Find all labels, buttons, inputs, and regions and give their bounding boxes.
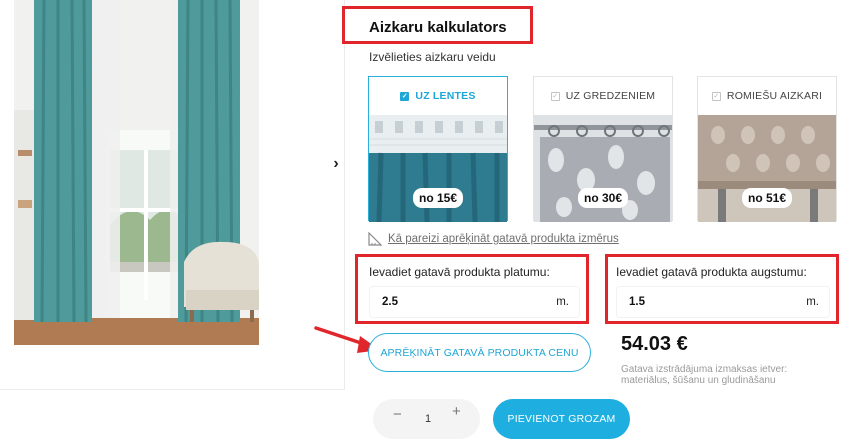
height-input[interactable]: 1.5 m. [616,286,830,318]
checkbox-unchecked-icon[interactable]: ✓ [711,91,721,101]
product-image[interactable] [14,0,259,345]
curtain-type-option-uz-gredzeniem[interactable]: ✓ UZ GREDZENIEM no 30€ [533,76,673,222]
plus-icon[interactable]: + [452,403,461,420]
curtain-type-label: UZ LENTES [415,90,476,102]
type-select-label: Izvēlieties aizkaru veidu [369,50,496,64]
price-from-badge: no 30€ [577,188,629,208]
measurement-guide-link[interactable]: Kā pareizi aprēķināt gatavā produkta izm… [368,232,619,246]
curtain-type-label: UZ GREDZENIEM [565,90,656,102]
price-from-badge: no 51€ [741,188,793,208]
add-to-cart-button[interactable]: PIEVIENOT GROZAM [493,399,630,439]
curtain-type-label: ROMIEŠU AIZKARI [726,90,823,102]
checkbox-checked-icon[interactable]: ✓ [400,91,410,101]
width-unit: m. [556,296,569,308]
height-label: Ievadiet gatavā produkta augstumu: [616,265,807,279]
quantity-stepper: − 1 + [373,399,480,439]
ruler-icon [368,232,382,246]
curtain-room-illustration [14,0,259,345]
product-gallery: › [0,0,345,390]
width-value: 2.5 [382,296,398,308]
price-from-badge: no 15€ [412,188,464,208]
height-value: 1.5 [629,296,645,308]
height-unit: m. [806,296,819,308]
curtain-type-option-uz-lentes[interactable]: ✓ UZ LENTES no 15€ [368,76,508,222]
tape-curtain-image: no 15€ [369,115,507,222]
roman-curtain-image: no 51€ [698,115,836,222]
price-includes-note: Gatava izstrādājuma izmaksas ietver: mat… [621,364,788,386]
calculator-title: Aizkaru kalkulators [369,19,507,36]
minus-icon[interactable]: − [393,406,402,423]
measurement-guide-text: Kā pareizi aprēķināt gatavā produkta izm… [388,233,619,245]
checkbox-unchecked-icon[interactable]: ✓ [550,91,560,101]
width-label: Ievadiet gatavā produkta platumu: [369,265,550,279]
width-input[interactable]: 2.5 m. [369,286,580,318]
ring-curtain-image: no 30€ [534,115,672,222]
curtain-type-option-romiesu-aizkari[interactable]: ✓ ROMIEŠU AIZKARI no 51€ [697,76,837,222]
total-price: 54.03 € [621,333,688,355]
calculate-price-button[interactable]: APRĒĶINĀT GATAVĀ PRODUKTA CENU [368,333,591,372]
chevron-right-icon[interactable]: › [328,155,344,173]
quantity-input[interactable]: 1 [422,413,434,425]
